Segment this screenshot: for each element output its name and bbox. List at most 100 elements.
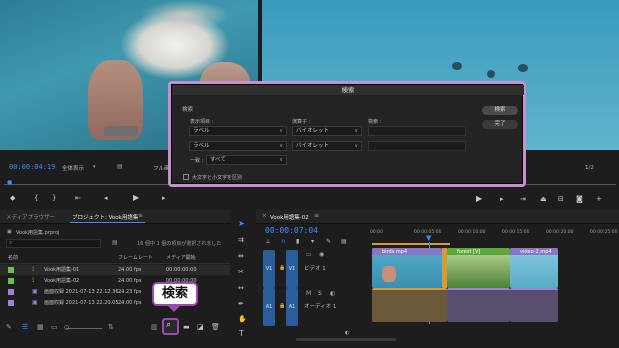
tab-media-browser[interactable]: メディアブラウザー bbox=[6, 213, 55, 221]
new-folder-icon[interactable]: ▬ bbox=[183, 323, 190, 331]
match-select[interactable]: すべて ∨ bbox=[206, 155, 287, 165]
mic-icon[interactable]: ◐ bbox=[330, 290, 335, 297]
video-clip-forest[interactable]: forest [V] bbox=[447, 248, 510, 288]
play-icon[interactable]: ▶ bbox=[476, 194, 482, 203]
v1-source-toggle[interactable]: V1 bbox=[263, 250, 275, 288]
play-icon[interactable]: ▶ bbox=[133, 193, 139, 202]
mark-out-icon[interactable]: } bbox=[52, 194, 56, 202]
lock-icon[interactable]: 🔒 bbox=[279, 303, 285, 309]
zoom-slider[interactable] bbox=[66, 328, 102, 329]
ruler-tick-label: 00:00:20:00 bbox=[546, 230, 574, 235]
timeline-timecode[interactable]: 00:00:07:04 bbox=[265, 226, 318, 235]
mark-in-icon[interactable]: { bbox=[34, 194, 38, 202]
settings-icon[interactable]: + bbox=[596, 195, 602, 203]
playhead-icon[interactable]: ▼ bbox=[426, 234, 431, 242]
freeform-view-icon[interactable]: ▭ bbox=[51, 323, 58, 331]
mute-icon[interactable]: M bbox=[306, 290, 311, 297]
a1-track-toggle[interactable]: A1 bbox=[286, 288, 298, 326]
audio-clip-3[interactable] bbox=[510, 288, 558, 322]
selection-tool-icon[interactable]: ➤ bbox=[238, 219, 245, 228]
bird-silhouette bbox=[518, 64, 528, 72]
operator-select-1[interactable]: バイオレット ∨ bbox=[292, 126, 362, 136]
linked-icon[interactable]: ▮ bbox=[296, 238, 299, 245]
display-select-2[interactable]: ラベル ∨ bbox=[189, 141, 287, 151]
trash-icon[interactable]: 🗑 bbox=[211, 323, 220, 331]
column-media-start-header[interactable]: メディア開始 bbox=[166, 254, 196, 261]
snap-icon[interactable]: ⟂ bbox=[266, 238, 270, 246]
type-tool-icon[interactable]: T bbox=[239, 329, 244, 338]
go-to-out-icon[interactable]: ⇥ bbox=[520, 195, 526, 203]
track-select-tool-icon[interactable]: ⇉ bbox=[238, 236, 244, 244]
chevron-down-icon[interactable]: ▾ bbox=[93, 164, 96, 170]
item-framerate: 24.00 fps bbox=[118, 278, 142, 284]
hand-tool-icon[interactable]: ✋ bbox=[238, 315, 247, 323]
audio-clip-1[interactable] bbox=[372, 288, 447, 322]
wrench-icon[interactable]: ✎ bbox=[326, 238, 331, 245]
panel-menu-icon[interactable]: ≡ bbox=[138, 212, 143, 219]
step-back-icon[interactable]: ◂ bbox=[104, 194, 108, 202]
tab-project[interactable]: プロジェクト: Vook用語集 bbox=[72, 213, 138, 221]
work-area-bar[interactable] bbox=[372, 243, 450, 245]
eye-icon[interactable]: ◉ bbox=[319, 251, 324, 258]
chevron-down-icon: ∨ bbox=[279, 157, 283, 163]
video-clip-video2[interactable]: video-2.mp4 bbox=[510, 248, 558, 288]
playhead-marker-icon[interactable]: ● bbox=[7, 179, 12, 186]
camera-icon[interactable]: ◙ bbox=[576, 195, 583, 203]
source-scrubber[interactable] bbox=[4, 184, 172, 185]
go-to-in-icon[interactable]: ⇤ bbox=[75, 194, 81, 202]
timeline-scrollbar[interactable] bbox=[296, 338, 396, 341]
v1-track-toggle[interactable]: V1 bbox=[286, 250, 298, 288]
marker-icon[interactable]: ◆ bbox=[10, 194, 15, 202]
column-name-header[interactable]: 名前 bbox=[8, 254, 18, 261]
automate-icon[interactable]: ▥ bbox=[151, 323, 158, 331]
captions-icon[interactable]: ▤ bbox=[341, 238, 347, 245]
ruler-tick-label: 00:00:25:00 bbox=[590, 230, 618, 235]
new-bin-icon[interactable]: ▤ bbox=[112, 239, 118, 246]
new-item-icon[interactable]: ◪ bbox=[197, 323, 204, 331]
match-label: 一致 : bbox=[190, 158, 204, 164]
a1-source-toggle[interactable]: A1 bbox=[263, 288, 275, 326]
project-search-input[interactable] bbox=[6, 239, 101, 248]
marker-icon[interactable]: ▾ bbox=[311, 238, 314, 245]
icon-view-icon[interactable]: ▦ bbox=[37, 323, 44, 331]
clip-thumbnail bbox=[447, 255, 510, 288]
wrench-icon[interactable]: ▤ bbox=[117, 163, 123, 170]
audio-clip-2[interactable] bbox=[447, 288, 510, 322]
close-icon[interactable]: × bbox=[262, 213, 267, 219]
table-row[interactable]: ⟟ Vook用語集-01 24.00 fps 00:00:00:00 bbox=[0, 265, 230, 275]
pencil-icon[interactable]: ✎ bbox=[6, 323, 12, 331]
sort-icon[interactable]: ⇅ bbox=[108, 323, 114, 331]
slip-tool-icon[interactable]: ↔ bbox=[238, 284, 244, 292]
zoom-slider-handle[interactable]: ○ bbox=[64, 324, 69, 331]
time-ruler[interactable]: 00:00 00:00:05:00 00:00:10:00 00:00:15:00 00… bbox=[370, 230, 619, 244]
program-ratio-select[interactable]: 1/2 bbox=[585, 165, 594, 171]
find-button-highlight[interactable]: ⌕ bbox=[162, 318, 179, 335]
step-forward-icon[interactable]: ▸ bbox=[500, 195, 504, 203]
lift-icon[interactable]: ⏏ bbox=[540, 195, 547, 203]
find-field-1[interactable] bbox=[368, 126, 466, 136]
done-button[interactable]: 完了 bbox=[482, 120, 518, 129]
solo-icon[interactable]: S bbox=[318, 290, 322, 297]
extract-icon[interactable]: ⊟ bbox=[558, 195, 564, 203]
source-timecode[interactable]: 00:00:04:19 bbox=[9, 163, 55, 171]
step-forward-icon[interactable]: ▸ bbox=[162, 194, 166, 202]
timeline-tab[interactable]: Vook用語集-02 bbox=[270, 213, 309, 221]
operator-select-2[interactable]: バイオレット ∨ bbox=[292, 141, 362, 151]
magnet-icon[interactable]: ∩ bbox=[281, 238, 285, 245]
track-sync-icon[interactable]: ▭ bbox=[306, 251, 312, 258]
ripple-edit-tool-icon[interactable]: ⇹ bbox=[238, 252, 244, 260]
case-checkbox[interactable] bbox=[183, 174, 189, 180]
panel-menu-icon[interactable]: ≡ bbox=[314, 212, 319, 219]
razor-tool-icon[interactable]: ✂ bbox=[238, 268, 244, 276]
video-clip-birds[interactable]: birds.mp4 bbox=[372, 248, 442, 288]
source-zoom-select[interactable]: 全体表示 bbox=[62, 164, 84, 172]
column-framerate-header[interactable]: フレームレート bbox=[118, 254, 153, 261]
find-button[interactable]: 検索 bbox=[482, 106, 518, 115]
list-view-icon[interactable]: ☰ bbox=[22, 323, 28, 331]
program-scrubber[interactable] bbox=[524, 184, 616, 185]
pen-tool-icon[interactable]: ✒ bbox=[238, 300, 244, 308]
display-select-1[interactable]: ラベル ∨ bbox=[189, 126, 287, 136]
lock-icon[interactable]: 🔒 bbox=[279, 265, 285, 271]
find-field-2[interactable] bbox=[368, 141, 466, 151]
chevron-down-icon: ∨ bbox=[279, 143, 283, 149]
